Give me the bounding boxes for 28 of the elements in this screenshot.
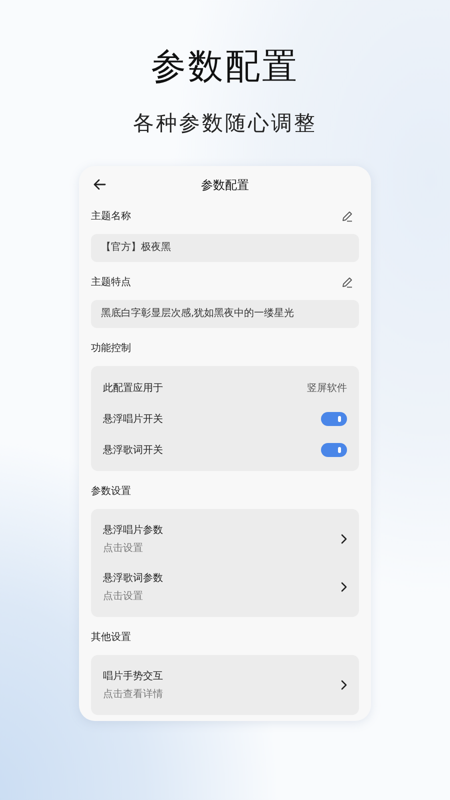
field-label: 主题特点 bbox=[91, 276, 131, 289]
toggle-switch[interactable] bbox=[321, 412, 347, 426]
setting-label: 悬浮歌词参数 bbox=[103, 572, 163, 585]
subheadline: 各种参数随心调整 bbox=[133, 110, 317, 137]
toggle-switch[interactable] bbox=[321, 442, 347, 456]
section-heading: 参数设置 bbox=[91, 484, 131, 498]
chevron-right-icon[interactable] bbox=[341, 582, 347, 592]
back-arrow-icon[interactable] bbox=[93, 179, 106, 190]
setting-label: 悬浮唱片开关 bbox=[103, 412, 163, 426]
chevron-right-icon[interactable] bbox=[341, 534, 347, 544]
edit-icon[interactable] bbox=[341, 210, 353, 222]
setting-hint: 点击设置 bbox=[103, 590, 144, 603]
screen-title: 参数配置 bbox=[201, 176, 249, 194]
setting-label: 悬浮唱片参数 bbox=[103, 524, 163, 537]
setting-hint: 点击查看详情 bbox=[103, 688, 163, 701]
setting-label: 唱片手势交互 bbox=[103, 670, 163, 683]
setting-label: 此配置应用于 bbox=[103, 382, 163, 394]
text-field[interactable]: 黑底白字彰显层次感,犹如黑夜中的一缕星光 bbox=[91, 300, 359, 328]
setting-label: 悬浮歌词开关 bbox=[103, 444, 163, 456]
section-heading: 功能控制 bbox=[91, 342, 131, 355]
text-field[interactable]: 【官方】极夜黑 bbox=[91, 234, 359, 262]
setting-value[interactable]: 竖屏软件 bbox=[307, 380, 347, 394]
section-heading: 其他设置 bbox=[91, 630, 131, 644]
setting-hint: 点击设置 bbox=[103, 542, 144, 555]
headline: 参数配置 bbox=[151, 46, 299, 89]
chevron-right-icon[interactable] bbox=[341, 680, 347, 690]
field-label: 主题名称 bbox=[91, 210, 131, 223]
edit-icon[interactable] bbox=[341, 276, 353, 288]
